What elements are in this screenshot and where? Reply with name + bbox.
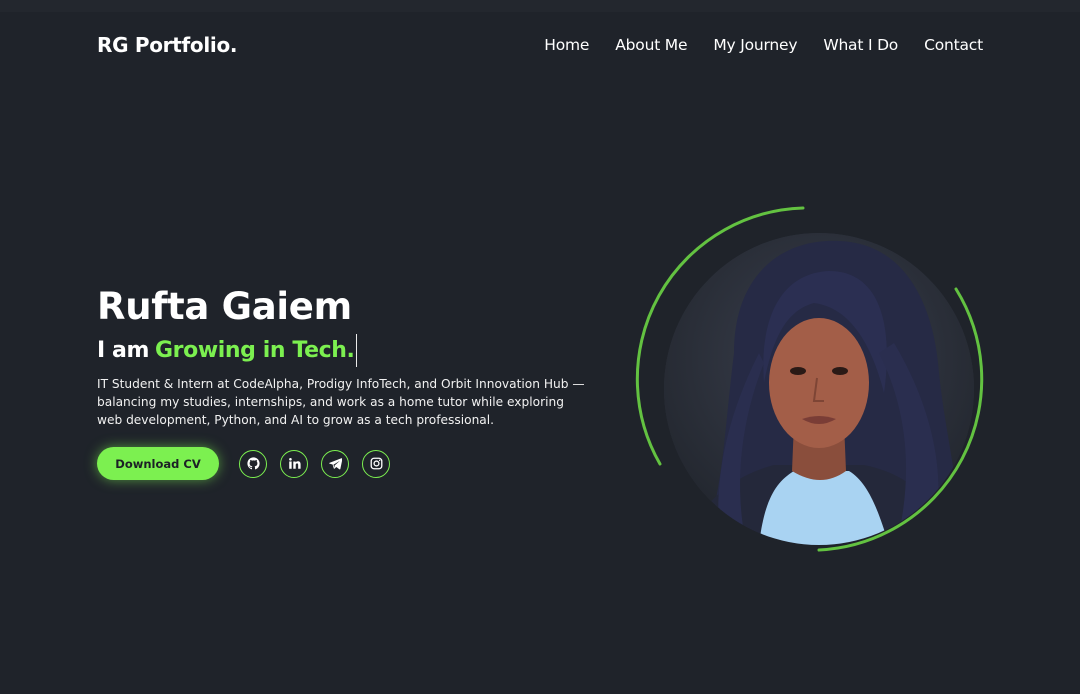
top-strip	[0, 0, 1080, 12]
instagram-icon	[370, 457, 382, 470]
nav-link-contact[interactable]: Contact	[924, 36, 983, 54]
profile-photo	[664, 233, 974, 545]
telegram-icon	[328, 458, 342, 470]
nav-link-about[interactable]: About Me	[615, 36, 687, 54]
instagram-link[interactable]	[362, 449, 390, 478]
hero-section: Rufta Gaiem I am Growing in Tech. IT Stu…	[97, 284, 587, 480]
profile-photo-frame	[634, 203, 986, 555]
telegram-link[interactable]	[321, 449, 349, 478]
github-icon	[246, 457, 260, 470]
hero-tagline: I am Growing in Tech.	[97, 334, 587, 367]
nav-link-home[interactable]: Home	[544, 36, 589, 54]
tagline-typed-text: Growing in Tech.	[155, 337, 355, 363]
hero-description: IT Student & Intern at CodeAlpha, Prodig…	[97, 377, 585, 427]
social-links	[239, 449, 390, 478]
linkedin-icon	[288, 457, 301, 469]
hero-name: Rufta Gaiem	[97, 285, 352, 328]
tagline-prefix: I am	[97, 337, 150, 363]
github-link[interactable]	[239, 449, 267, 478]
nav-links: Home About Me My Journey What I Do Conta…	[544, 36, 983, 54]
site-logo[interactable]: RG Portfolio.	[97, 33, 238, 57]
download-cv-button[interactable]: Download CV	[97, 447, 219, 480]
nav-link-journey[interactable]: My Journey	[713, 36, 797, 54]
portrait-illustration	[664, 233, 974, 545]
nav-link-what-i-do[interactable]: What I Do	[823, 36, 898, 54]
linkedin-link[interactable]	[280, 449, 308, 478]
typing-caret	[355, 334, 358, 367]
navbar: RG Portfolio. Home About Me My Journey W…	[97, 30, 983, 60]
hero-actions: Download CV	[97, 447, 587, 480]
